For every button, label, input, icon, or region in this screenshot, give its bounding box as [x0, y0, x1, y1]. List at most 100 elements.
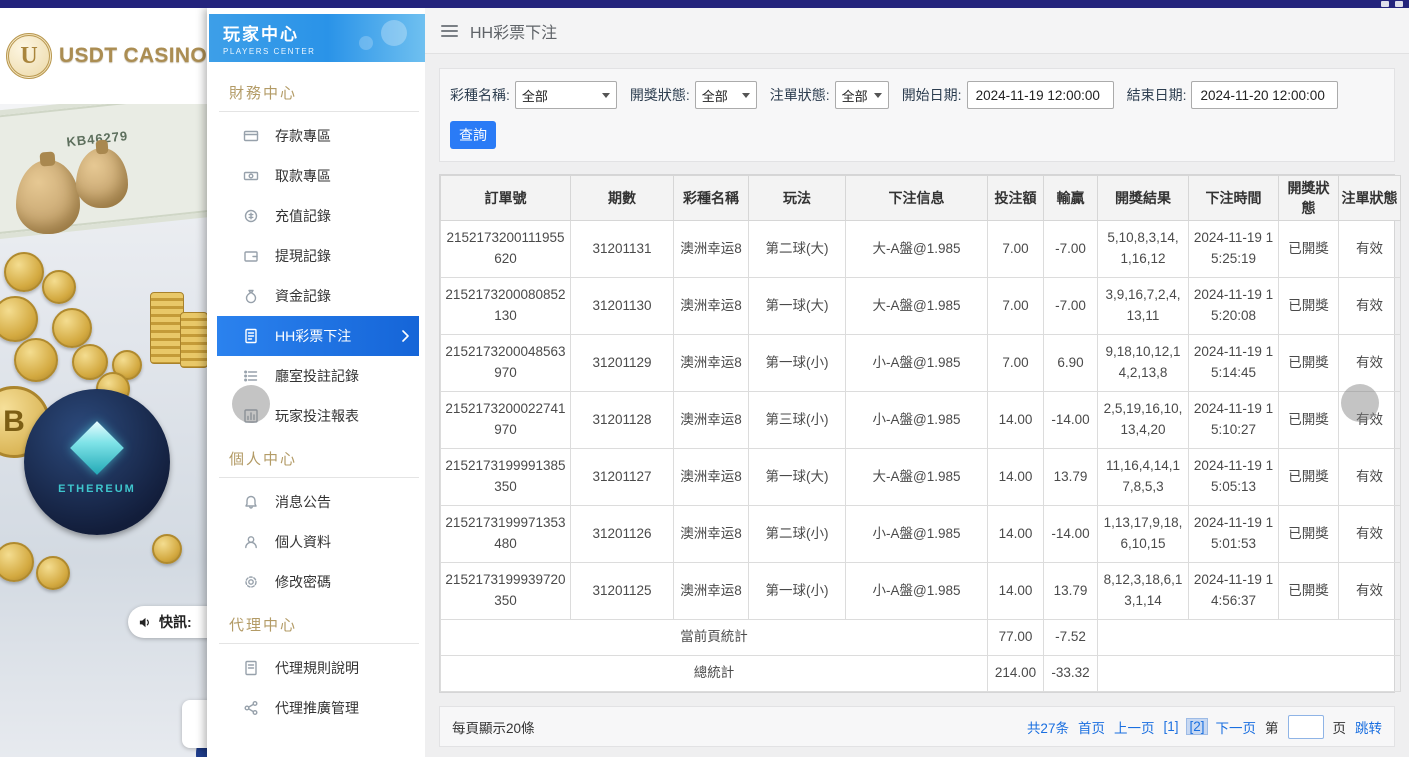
page-link-2-current[interactable]: [2] [1187, 719, 1206, 734]
topbar-icon[interactable] [1395, 1, 1403, 7]
main-panel: HH彩票下注 彩種名稱: 全部 開獎狀態: 全部 [425, 8, 1409, 757]
table-cell: 第三球(小) [749, 392, 846, 449]
table-cell: 已開獎 [1279, 221, 1339, 278]
column-header: 期數 [571, 176, 674, 221]
column-header: 玩法 [749, 176, 846, 221]
table-summary: 當前頁統計77.00-7.52總統計214.00-33.32 [441, 620, 1401, 692]
sidebar-item-lottery-bets[interactable]: HH彩票下注 [217, 316, 419, 356]
sidebar-item-change-password[interactable]: 修改密碼 [219, 562, 419, 602]
column-header: 彩種名稱 [674, 176, 749, 221]
table-cell: 7.00 [988, 335, 1044, 392]
sidebar-item-announcements[interactable]: 消息公告 [219, 482, 419, 522]
table-cell: 31201127 [571, 449, 674, 506]
table-row: 215217320011195562031201131澳洲幸运8第二球(大)大-… [441, 221, 1401, 278]
table-cell: 2024-11-19 15:25:19 [1189, 221, 1279, 278]
withdraw-money-icon [243, 168, 259, 184]
summary-winloss-total: -33.32 [1044, 656, 1098, 692]
sidebar-item-label: 消息公告 [275, 492, 331, 512]
prev-page-link[interactable]: 上一页 [1114, 717, 1155, 737]
page-size-label: 每頁顯示20條 [452, 717, 535, 737]
sidebar-item-deposit[interactable]: 存款專區 [219, 116, 419, 156]
menu-icon[interactable] [441, 25, 458, 37]
goto-page-input[interactable] [1288, 715, 1324, 739]
first-page-link[interactable]: 首页 [1078, 717, 1105, 737]
filter-label-draw-status: 開獎狀態: [630, 85, 690, 105]
share-icon [243, 700, 259, 716]
gear-icon [243, 574, 259, 590]
table-cell: 大-A盤@1.985 [846, 449, 988, 506]
brand-name: USDT CASINO [59, 44, 207, 68]
gold-coin-image [36, 556, 70, 590]
table-cell: 2152173199939720350 [441, 563, 571, 620]
topbar-icon[interactable] [1381, 1, 1389, 7]
content: 彩種名稱: 全部 開獎狀態: 全部 注單狀態: 全部 [425, 54, 1409, 747]
coin-icon [243, 208, 259, 224]
sidebar-item-agent-rules[interactable]: 代理規則說明 [219, 648, 419, 688]
goto-page-prefix: 第 [1265, 717, 1279, 737]
table-cell: -7.00 [1044, 221, 1098, 278]
table-cell: 2024-11-19 15:05:13 [1189, 449, 1279, 506]
sidebar-item-label: 廳室投註記錄 [275, 366, 359, 386]
sidebar-item-funds-record[interactable]: 資金記錄 [219, 276, 419, 316]
main-header: HH彩票下注 [425, 8, 1409, 54]
summary-winloss-total: -7.52 [1044, 620, 1098, 656]
coin-stack-image [180, 312, 207, 368]
sidebar-header: 玩家中心 PLAYERS CENTER [209, 14, 425, 62]
next-page-link[interactable]: 下一页 [1216, 717, 1257, 737]
chevron-down-icon [742, 93, 750, 98]
draw-status-select[interactable]: 全部 [695, 81, 757, 109]
bets-table: 訂單號 期數 彩種名稱 玩法 下注信息 投注額 輸贏 開獎結果 下注時間 開獎狀… [440, 175, 1401, 692]
sidebar-title: 玩家中心 [223, 20, 425, 45]
table-row: 215217319999138535031201127澳洲幸运8第一球(大)大-… [441, 449, 1401, 506]
sidebar-item-recharge-record[interactable]: 充值記錄 [219, 196, 419, 236]
brand-badge-icon: U [6, 33, 52, 79]
summary-label: 當前頁統計 [441, 620, 988, 656]
filter-label-end-date: 結束日期: [1127, 85, 1187, 105]
ethereum-coin-image: ETHEREUM [24, 389, 170, 535]
end-date-input[interactable] [1191, 81, 1338, 109]
sidebar-item-label: 個人資料 [275, 532, 331, 552]
table-cell: 31201128 [571, 392, 674, 449]
table-cell: 第一球(大) [749, 449, 846, 506]
start-date-input[interactable] [967, 81, 1114, 109]
table-cell: 澳洲幸运8 [674, 506, 749, 563]
table-body: 215217320011195562031201131澳洲幸运8第二球(大)大-… [441, 221, 1401, 620]
gold-coin-image [42, 270, 76, 304]
chevron-down-icon [602, 93, 610, 98]
table-cell: 2152173200048563970 [441, 335, 571, 392]
search-button[interactable]: 查詢 [450, 121, 496, 149]
lottery-name-select[interactable]: 全部 [515, 81, 617, 109]
table-cell: 14.00 [988, 392, 1044, 449]
section-header-agent: 代理中心 [219, 602, 419, 644]
jump-link[interactable]: 跳转 [1355, 717, 1382, 737]
table-cell: 第二球(大) [749, 221, 846, 278]
column-header: 下注時間 [1189, 176, 1279, 221]
table-cell: 有效 [1339, 335, 1401, 392]
sidebar-item-withdraw-record[interactable]: 提現記錄 [219, 236, 419, 276]
table-cell: 2024-11-19 15:10:27 [1189, 392, 1279, 449]
ethereum-diamond-icon [70, 421, 124, 475]
document-icon [243, 328, 259, 344]
summary-bet-total: 214.00 [988, 656, 1044, 692]
table-cell: 2024-11-19 15:14:45 [1189, 335, 1279, 392]
table-cell: 14.00 [988, 563, 1044, 620]
table-row: 215217319997135348031201126澳洲幸运8第二球(小)小-… [441, 506, 1401, 563]
bet-status-select[interactable]: 全部 [835, 81, 889, 109]
click-indicator [1341, 384, 1379, 422]
sidebar-item-agent-promotion[interactable]: 代理推廣管理 [219, 688, 419, 728]
table-cell: 已開獎 [1279, 506, 1339, 563]
page-link-1[interactable]: [1] [1163, 719, 1178, 734]
click-indicator [232, 385, 270, 423]
table-row: 215217319993972035031201125澳洲幸运8第一球(小)小-… [441, 563, 1401, 620]
sidebar-item-profile[interactable]: 個人資料 [219, 522, 419, 562]
table-row: 215217320008085213031201130澳洲幸运8第一球(大)大-… [441, 278, 1401, 335]
brand-logo[interactable]: U USDT CASINO [0, 8, 207, 104]
table-row: 215217320004856397031201129澳洲幸运8第一球(小)小-… [441, 335, 1401, 392]
summary-empty [1098, 656, 1401, 692]
sidebar-item-label: 代理推廣管理 [275, 698, 359, 718]
sidebar-item-withdraw[interactable]: 取款專區 [219, 156, 419, 196]
select-value: 全部 [522, 86, 548, 105]
select-value: 全部 [842, 86, 868, 105]
screen: U USDT CASINO KB46279 B ETHEREUM [0, 0, 1409, 757]
section-header-finance: 財務中心 [219, 70, 419, 112]
